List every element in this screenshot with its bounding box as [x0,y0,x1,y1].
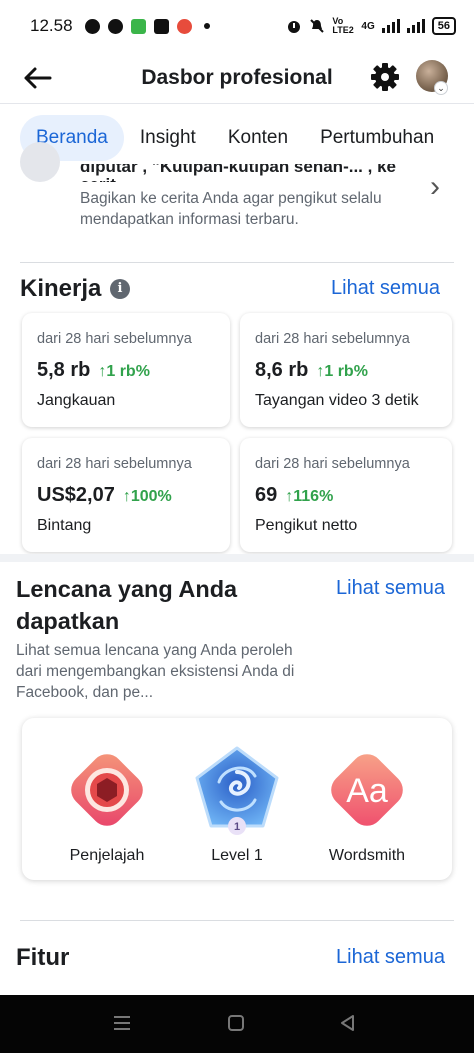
metric-value: 69 ↑116% [255,484,334,506]
performance-title: Kinerja [20,275,102,302]
status-time: 12.58 [30,16,73,35]
divider [20,920,454,921]
metric-label: Bintang [37,517,92,534]
metric-value: US$2,07 ↑100% [37,484,172,506]
badges-card: Penjelajah 1 Level 1 Aa Wordsmith [22,718,452,880]
alarm-icon [288,21,301,33]
level-badge-icon: 1 [195,746,279,835]
story-prompt-card[interactable]: diputar , "Kutipan-kutipan senan-... , k… [0,142,474,260]
performance-see-all-link[interactable]: Lihat semua [331,277,440,300]
signal-icon [381,19,400,33]
signal-icon-2 [406,19,425,33]
qr-notification-icon [153,18,169,34]
page-title: Dasbor profesional [141,65,333,89]
features-title: Fitur [16,944,70,971]
wordsmith-badge-icon: Aa [331,754,403,826]
info-icon[interactable]: i [110,279,130,299]
metric-change: ↑100% [122,488,172,505]
metric-change: ↑1 rb% [98,363,150,380]
metric-label: Pengikut netto [255,517,358,534]
metric-label: Jangkauan [37,392,116,409]
mute-icon [310,19,325,33]
badges-see-all-link[interactable]: Lihat semua [336,577,445,600]
badge-wordsmith[interactable]: Aa Wordsmith [307,742,427,872]
badges-title: Lencana yang Anda dapatkan [16,576,238,634]
badge-label: Penjelajah [69,847,145,864]
tab-konten[interactable]: Konten [212,115,304,161]
story-prompt-title: diputar , "Kutipan-kutipan senan-... , k… [80,164,396,182]
metric-period: dari 28 hari sebelumnya [37,456,192,472]
chevron-right-icon[interactable]: › [430,170,440,204]
recent-apps-icon[interactable] [111,1013,133,1033]
battery-icon: 56 [431,17,456,35]
chevron-down-icon[interactable]: ⌄ [434,81,448,95]
more-notifications-dot [203,23,210,29]
status-bar: 12.58 Vo LTE2 4G 56 [0,0,474,52]
home-icon[interactable] [225,1013,247,1033]
explorer-badge-icon [71,754,143,826]
facebook-notification-icon [84,18,100,34]
app-notification-icon [130,18,146,34]
metric-card-reach[interactable]: dari 28 hari sebelumnya 5,8 rb ↑1 rb% Jan… [22,313,230,427]
metric-card-stars[interactable]: dari 28 hari sebelumnya US$2,07 ↑100% Bin… [22,438,230,552]
metric-change: ↑1 rb% [316,363,368,380]
section-separator [0,554,474,562]
divider [20,262,454,263]
features-see-all-link[interactable]: Lihat semua [336,946,445,969]
badges-description: Lihat semua lencana yang Anda peroleh da… [16,642,295,701]
metric-period: dari 28 hari sebelumnya [255,456,410,472]
tab-insight[interactable]: Insight [124,115,212,161]
badge-label: Wordsmith [328,847,406,864]
metric-period: dari 28 hari sebelumnya [255,331,410,347]
star-notification-icon [176,18,192,34]
badge-level-1[interactable]: 1 Level 1 [177,742,297,872]
metric-change: ↑116% [285,488,334,505]
badge-level-number: 1 [234,821,240,833]
metric-value: 8,6 rb ↑1 rb% [255,359,368,381]
network-label: Vo LTE2 [332,16,354,35]
story-prompt-description: Bagikan ke cerita Anda agar pengikut sel… [80,190,382,228]
gear-icon[interactable] [368,60,402,94]
tab-pertumbuhan[interactable]: Pertumbuhan [304,115,450,161]
metric-card-net-followers[interactable]: dari 28 hari sebelumnya 69 ↑116% Pengikut… [240,438,452,552]
network-type: 4G [361,20,375,32]
badge-label: Level 1 [211,847,263,864]
back-nav-icon[interactable] [337,1013,359,1033]
metric-label: Tayangan video 3 detik [255,392,419,409]
app-header: Dasbor profesional ⌄ [0,52,474,104]
badge-explorer[interactable]: Penjelajah [47,742,167,872]
metric-card-video-views[interactable]: dari 28 hari sebelumnya 8,6 rb ↑1 rb% Tay… [240,313,452,427]
system-nav-bar [0,995,474,1053]
wordsmith-glyph: Aa [346,772,388,810]
metric-period: dari 28 hari sebelumnya [37,331,192,347]
play-notification-icon [107,18,123,34]
story-thumbnail [20,142,60,182]
tab-bar: Beranda Insight Konten Pertumbuhan [0,112,474,164]
metric-value: 5,8 rb ↑1 rb% [37,359,150,381]
